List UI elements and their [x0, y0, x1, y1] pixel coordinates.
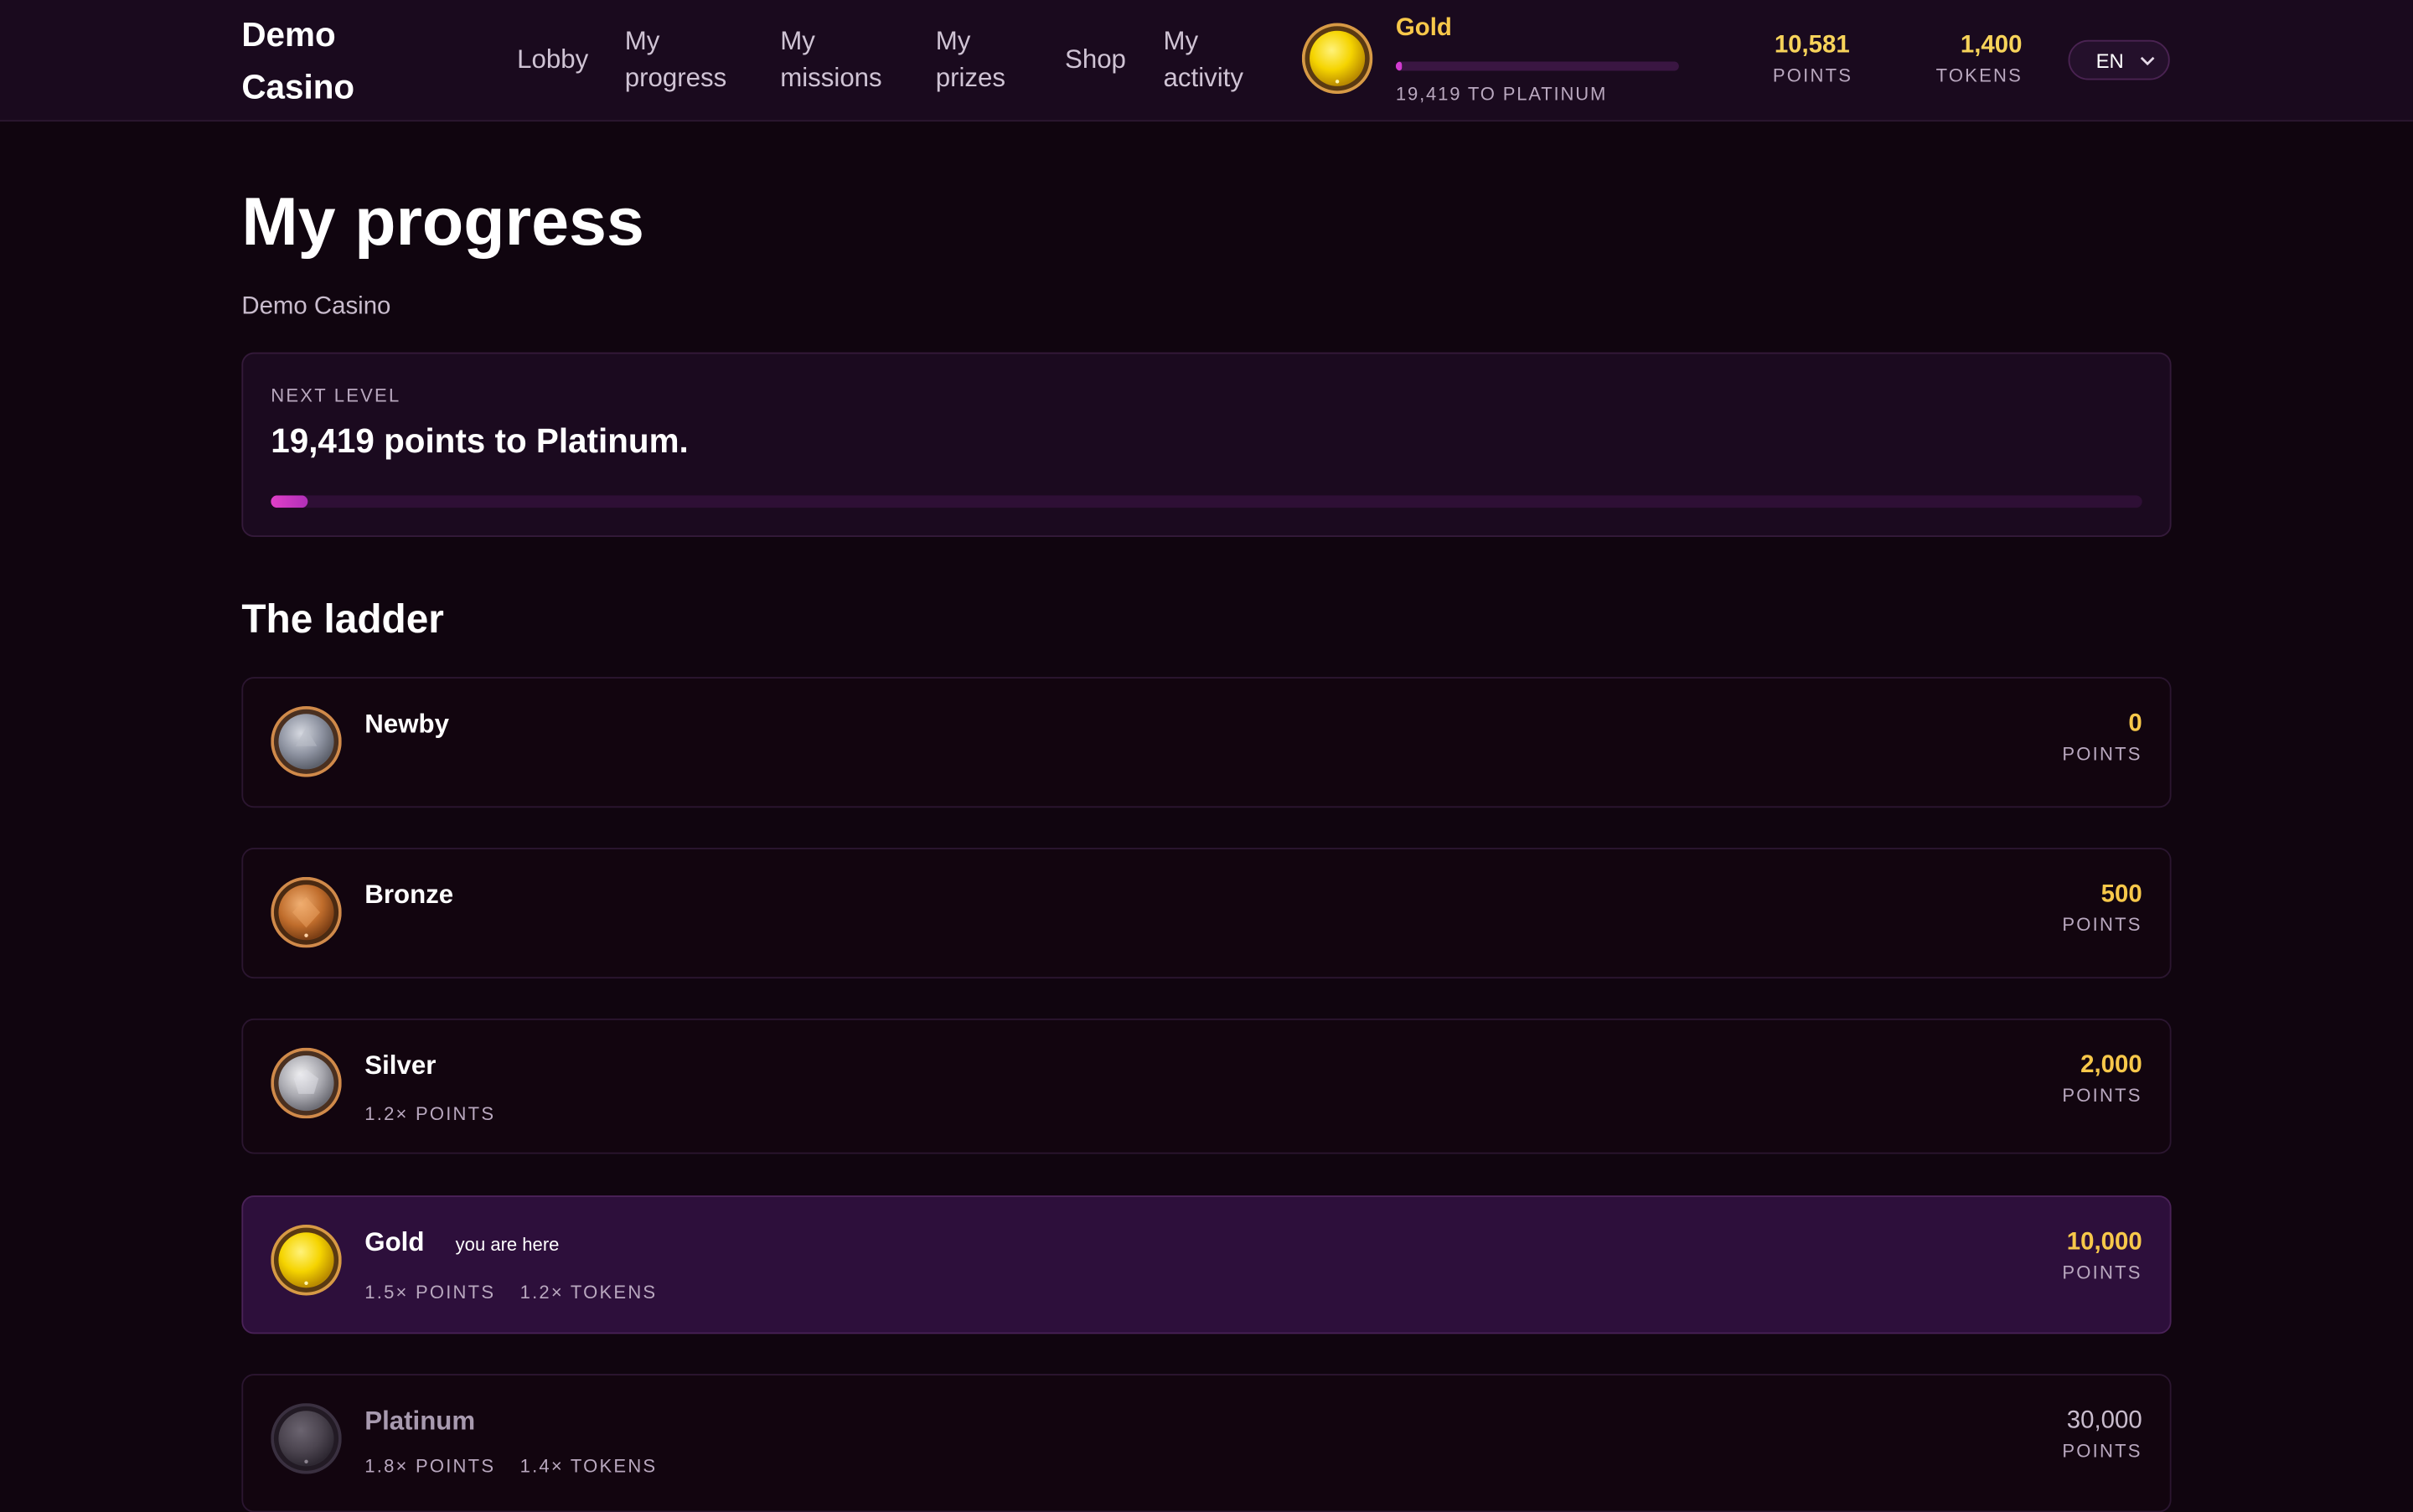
brand-logo[interactable]: Demo Casino [241, 9, 426, 114]
tier-perks: 1.5× POINTS 1.2× TOKENS [364, 1282, 681, 1303]
tier-perks: 1.2× POINTS [364, 1103, 519, 1125]
nav-label-line2: activity [1163, 63, 1243, 93]
top-navigation-bar: Demo Casino Lobby My progress My mission… [0, 0, 2413, 122]
tier-name: Bronze [364, 880, 454, 910]
tier-name: Silver [364, 1050, 437, 1081]
nav-my-activity[interactable]: My activity [1164, 23, 1243, 97]
tier-points-value: 2,000 [2080, 1052, 2142, 1079]
ladder-title: The ladder [241, 595, 444, 642]
tier-progress-bar [1395, 61, 1679, 71]
nav-shop[interactable]: Shop [1065, 42, 1126, 79]
tokens-value: 1,400 [1960, 32, 2023, 59]
newby-tier-coin-icon [271, 706, 342, 777]
tier-perk: 1.8× POINTS [364, 1455, 496, 1478]
tier-points-value: 30,000 [2066, 1407, 2142, 1434]
tier-points: 500 POINTS [2062, 880, 2142, 936]
tokens-stat: 1,400 TOKENS [1936, 31, 2023, 86]
tier-row-gold: Gold you are here 1.5× POINTS 1.2× TOKENS… [241, 1195, 2172, 1334]
nav-label-line1: My [1163, 26, 1199, 56]
tier-progress-text: 19,419 TO PLATINUM [1395, 83, 1608, 105]
nav-label-line2: prizes [935, 63, 1006, 93]
chevron-down-icon [2139, 42, 2156, 97]
points-stat: 10,581 POINTS [1772, 31, 1853, 86]
page-title: My progress [241, 184, 644, 261]
silver-tier-coin-icon [271, 1047, 342, 1119]
tier-progress-fill [1395, 61, 1402, 71]
nav-my-progress[interactable]: My progress [625, 23, 726, 97]
bronze-tier-coin-icon [271, 876, 342, 948]
next-level-progress-fill [271, 495, 308, 508]
brand-line-2: Casino [241, 67, 355, 106]
nav-label-line1: My [935, 26, 971, 56]
current-tier-name: Gold [1395, 15, 1452, 42]
tier-row-platinum: Platinum 1.8× POINTS 1.4× TOKENS 30,000 P… [241, 1374, 2172, 1512]
points-value: 10,581 [1774, 32, 1850, 59]
language-value: EN [2095, 49, 2124, 73]
nav-label-line2: progress [624, 63, 727, 93]
next-level-text: 19,419 points to Platinum. [271, 421, 689, 461]
tier-points: 0 POINTS [2062, 710, 2142, 765]
nav-my-missions[interactable]: My missions [780, 23, 881, 97]
next-level-label: NEXT LEVEL [271, 384, 401, 406]
tier-points-label: POINTS [2062, 743, 2142, 765]
tier-points-label: POINTS [2062, 1084, 2142, 1107]
tier-points-value: 10,000 [2066, 1229, 2142, 1256]
tier-name: Gold [364, 1227, 425, 1257]
nav-lobby[interactable]: Lobby [517, 42, 588, 79]
tier-points-value: 0 [2128, 710, 2142, 737]
tier-points-label: POINTS [2062, 913, 2142, 936]
tier-row-newby: Newby 0 POINTS [241, 677, 2172, 808]
next-level-card: NEXT LEVEL 19,419 points to Platinum. [241, 352, 2172, 538]
page-subtitle: Demo Casino [241, 293, 391, 321]
tier-points: 30,000 POINTS [2062, 1406, 2142, 1462]
tier-perks: 1.8× POINTS 1.4× TOKENS [364, 1456, 681, 1478]
points-label: POINTS [1772, 65, 1853, 86]
tokens-label: TOKENS [1935, 65, 2023, 86]
nav-lobby-label: Lobby [517, 44, 589, 75]
tier-points-label: POINTS [2062, 1440, 2142, 1462]
nav-label-line1: My [624, 26, 660, 56]
tier-perk: 1.5× POINTS [364, 1281, 496, 1303]
tier-name: Platinum [364, 1406, 476, 1436]
tier-points: 2,000 POINTS [2062, 1050, 2142, 1106]
tier-perk: 1.2× POINTS [364, 1102, 496, 1125]
nav-label-line1: My [780, 26, 815, 56]
gold-tier-coin-icon [271, 1225, 342, 1296]
gold-tier-coin-icon [1301, 23, 1373, 95]
tier-name: Newby [364, 709, 449, 739]
platinum-tier-coin-icon [271, 1403, 342, 1474]
tier-perk: 1.2× TOKENS [519, 1281, 658, 1303]
current-tier-badge: you are here [455, 1234, 560, 1256]
tier-points-label: POINTS [2062, 1262, 2142, 1283]
tier-perk: 1.4× TOKENS [519, 1455, 658, 1478]
nav-shop-label: Shop [1064, 44, 1126, 75]
nav-my-prizes[interactable]: My prizes [936, 23, 1005, 97]
language-select[interactable]: EN [2068, 39, 2170, 80]
tier-row-silver: Silver 1.2× POINTS 2,000 POINTS [241, 1018, 2172, 1154]
tier-row-bronze: Bronze 500 POINTS [241, 848, 2172, 979]
tier-points-value: 500 [2100, 881, 2142, 908]
tier-points: 10,000 POINTS [2062, 1228, 2142, 1283]
nav-label-line2: missions [780, 63, 882, 93]
brand-line-1: Demo [241, 15, 336, 54]
next-level-progress-bar [271, 495, 2142, 508]
